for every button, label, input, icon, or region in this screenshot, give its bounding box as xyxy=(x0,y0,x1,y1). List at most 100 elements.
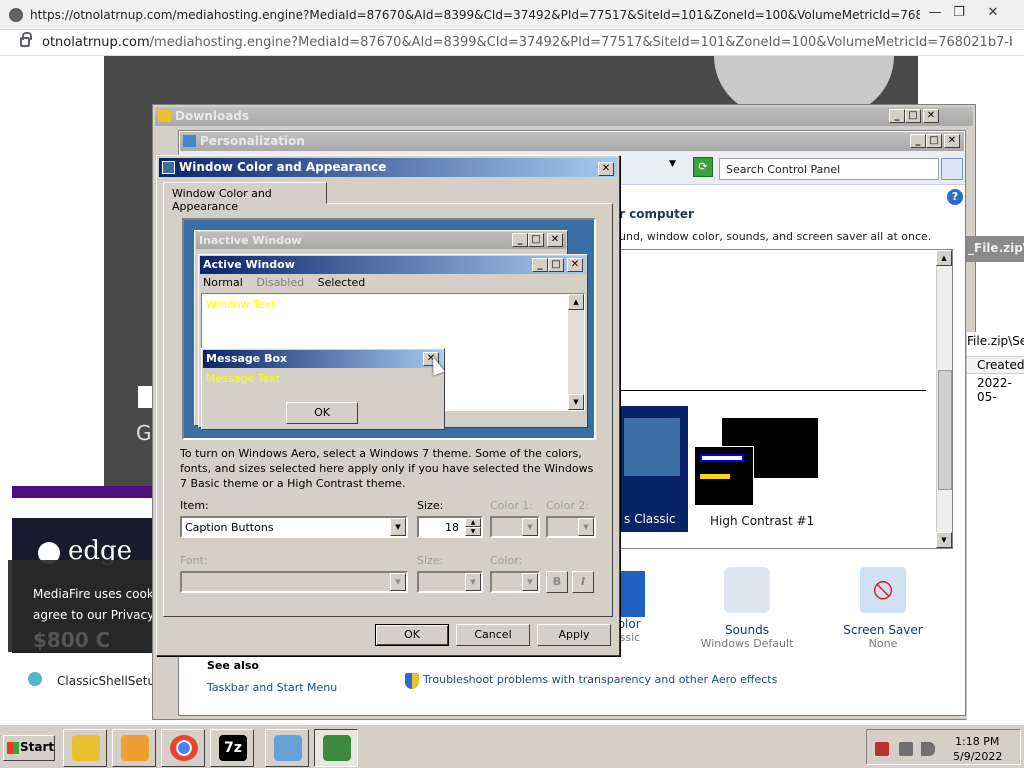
taskbar-link[interactable]: Taskbar and Start Menu xyxy=(207,681,337,694)
font-dropdown[interactable]: ▼ xyxy=(180,571,408,593)
start-label: Start xyxy=(20,740,55,754)
color1-picker[interactable]: ▼ xyxy=(490,516,540,538)
url-path: /mediahosting.engine?MediaId=87670&AId=8… xyxy=(149,35,1012,50)
screen-saver-link[interactable]: ⦸ Screen Saver None xyxy=(843,567,923,650)
spin-down-icon[interactable]: ▼ xyxy=(465,527,481,536)
close-button[interactable]: ✕ xyxy=(567,258,583,272)
volume-icon[interactable] xyxy=(921,742,935,756)
font-size-dropdown[interactable]: ▼ xyxy=(417,571,483,593)
menu-disabled[interactable]: Disabled xyxy=(256,276,304,289)
close-button[interactable]: ✕ xyxy=(944,134,960,148)
refresh-icon[interactable]: ⟳ xyxy=(693,157,713,177)
chevron-down-icon[interactable]: ▼ xyxy=(522,518,538,536)
url-text[interactable]: otnolatrnup.com/mediahosting.engine?Medi… xyxy=(42,35,1012,50)
maximize-button[interactable]: □ xyxy=(926,134,942,148)
minimize-button[interactable]: _ xyxy=(889,109,905,123)
msgbox-text: Message Text xyxy=(206,372,280,385)
address-bar[interactable]: otnolatrnup.com/mediahosting.engine?Medi… xyxy=(0,30,1024,56)
menu-normal[interactable]: Normal xyxy=(203,276,243,289)
column-created[interactable]: Created xyxy=(967,356,1024,374)
zip-breadcrumb[interactable]: File.zip\Setu xyxy=(967,334,1024,348)
action-center-icon[interactable] xyxy=(875,742,889,756)
font-color-picker[interactable]: ▼ xyxy=(490,571,540,593)
downloads-titlebar: Downloads _ □ ✕ xyxy=(155,107,973,126)
theme-scrollbar[interactable]: ▲ ▼ xyxy=(936,250,952,548)
maximize-button[interactable]: □ xyxy=(528,233,544,247)
classic-preview xyxy=(624,418,680,476)
see-also-heading: See also xyxy=(207,659,259,672)
lock-icon[interactable] xyxy=(20,32,32,47)
clock-date[interactable]: 5/9/2022 xyxy=(953,750,1002,763)
sounds-link[interactable]: Sounds Windows Default xyxy=(693,567,801,650)
italic-button[interactable]: I xyxy=(572,571,594,593)
item-dropdown[interactable]: Caption Buttons ▼ xyxy=(180,516,408,538)
download-item[interactable]: ClassicShellSetup xyxy=(20,666,170,688)
divider xyxy=(620,390,926,391)
control-panel-icon xyxy=(274,735,302,761)
taskbar-chrome[interactable] xyxy=(161,729,205,767)
7zip-icon: 7z xyxy=(219,735,247,761)
maximize-button[interactable]: □ xyxy=(548,258,564,272)
item-value: Caption Buttons xyxy=(185,521,274,534)
spin-up-icon[interactable]: ▲ xyxy=(465,518,481,527)
chevron-down-icon[interactable]: ▼ xyxy=(578,518,594,536)
scroll-thumb[interactable] xyxy=(938,370,952,490)
file-date[interactable]: 2022-05- xyxy=(977,376,1024,404)
ok-button[interactable]: OK xyxy=(375,624,449,646)
close-button[interactable]: ✕ xyxy=(923,109,939,123)
chevron-down-icon[interactable]: ▼ xyxy=(390,573,406,591)
chevron-down-icon[interactable]: ▼ xyxy=(390,518,406,536)
theme-windows-classic[interactable]: s Classic xyxy=(620,406,688,532)
minimize-button[interactable]: — xyxy=(924,4,946,22)
scroll-up-icon[interactable]: ▲ xyxy=(936,250,952,266)
search-input[interactable]: Search Control Panel xyxy=(719,158,939,180)
scroll-down-icon[interactable]: ▼ xyxy=(568,394,584,410)
window-color-icon xyxy=(617,571,645,617)
msgbox-titlebar: Message Box ✕ xyxy=(203,350,443,368)
preview-message-box[interactable]: Message Box ✕ Message Text OK xyxy=(201,348,445,430)
minimize-button[interactable]: _ xyxy=(910,134,926,148)
taskbar-7zip[interactable]: 7z xyxy=(210,729,254,767)
taskbar-explorer[interactable] xyxy=(63,729,107,767)
preview-active-titlebar: Active Window _ □ ✕ xyxy=(200,256,586,274)
scroll-up-icon[interactable]: ▲ xyxy=(568,294,584,310)
window-color-dialog[interactable]: Window Color and Appearance ✕ Window Col… xyxy=(156,155,620,656)
tab-window-color[interactable]: Window Color and Appearance xyxy=(163,182,327,213)
minimize-button[interactable]: _ xyxy=(512,233,528,247)
bold-button[interactable]: B xyxy=(546,571,568,593)
download-item-label: ClassicShellSetup xyxy=(57,674,163,688)
folder-icon xyxy=(72,735,100,761)
taskbar-control-panel[interactable] xyxy=(265,729,309,767)
size-spinner[interactable]: 18 ▲ ▼ xyxy=(417,516,483,538)
scroll-down-icon[interactable]: ▼ xyxy=(936,532,952,548)
msgbox-ok-button[interactable]: OK xyxy=(286,402,358,424)
taskbar-media-player[interactable] xyxy=(112,729,156,767)
clock-time[interactable]: 1:18 PM xyxy=(955,735,999,748)
chevron-down-icon[interactable]: ▼ xyxy=(522,573,538,591)
zip-window[interactable]: File.zip\Setu Created 2022-05- xyxy=(966,332,1024,720)
cancel-button[interactable]: Cancel xyxy=(456,624,530,646)
help-icon[interactable]: ? xyxy=(947,189,963,205)
maximize-button[interactable]: □ xyxy=(905,109,921,123)
classic-label: s Classic xyxy=(624,512,676,526)
close-button[interactable]: ✕ xyxy=(982,4,1004,22)
apply-button[interactable]: Apply xyxy=(537,624,611,646)
chevron-down-icon[interactable]: ▼ xyxy=(465,573,481,591)
search-icon[interactable] xyxy=(941,158,963,180)
theme-list[interactable]: s Classic High Contrast #1 ▲ ▼ xyxy=(619,249,953,549)
item-label: Item: xyxy=(180,499,209,512)
minimize-button[interactable]: _ xyxy=(532,258,548,272)
personalization-title: Personalization xyxy=(200,134,305,148)
color2-picker[interactable]: ▼ xyxy=(546,516,596,538)
menu-selected[interactable]: Selected xyxy=(318,276,366,289)
troubleshoot-link[interactable]: Troubleshoot problems with transparency … xyxy=(423,673,777,686)
chevron-down-icon[interactable]: ▼ xyxy=(669,159,676,169)
start-button[interactable]: Start xyxy=(3,735,55,761)
preview-scrollbar[interactable]: ▲ ▼ xyxy=(568,294,584,410)
close-button[interactable]: ✕ xyxy=(547,233,563,247)
taskbar-personalization[interactable] xyxy=(314,729,358,767)
restore-button[interactable]: ❐ xyxy=(948,4,970,22)
zip-window-title: _File.zip\ xyxy=(966,236,1024,262)
network-icon[interactable] xyxy=(899,742,913,756)
close-button[interactable]: ✕ xyxy=(598,162,614,176)
